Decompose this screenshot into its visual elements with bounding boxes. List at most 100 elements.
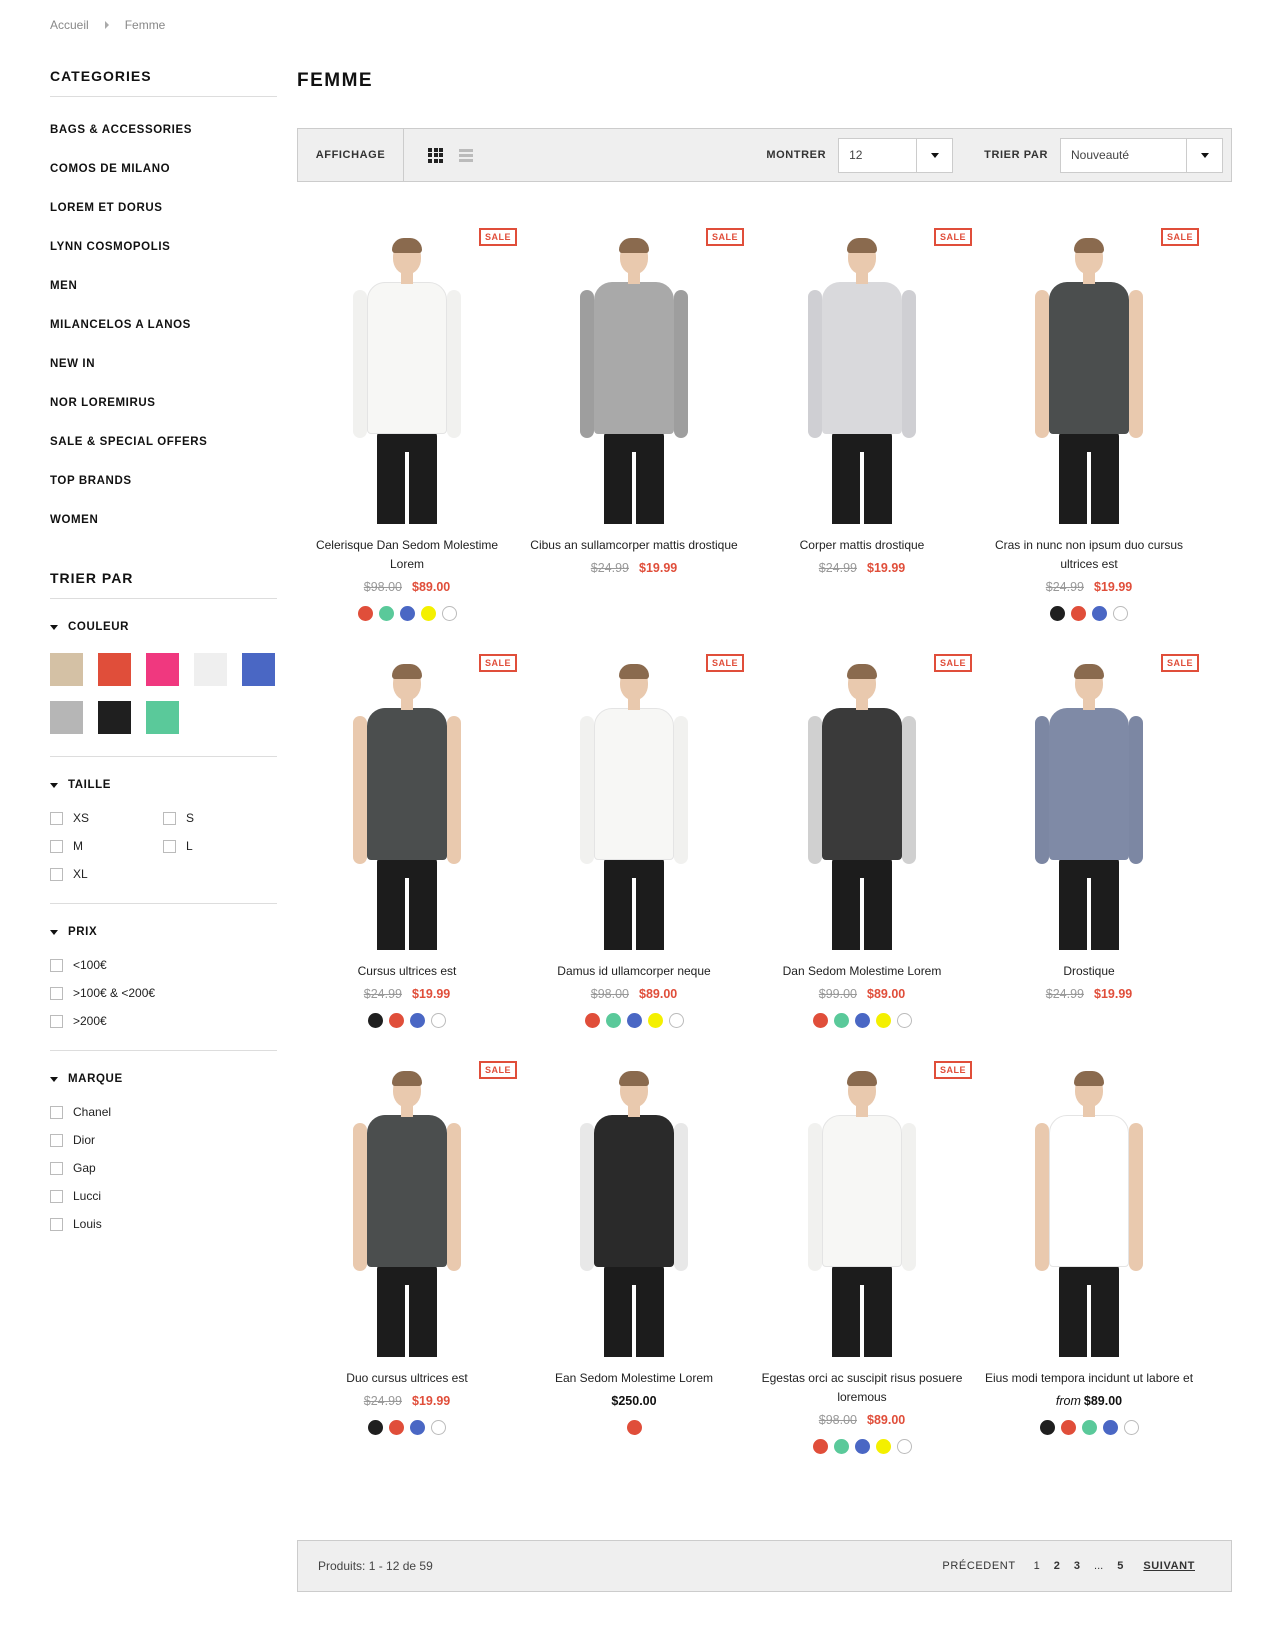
price-option[interactable]: >100€ & <200€ bbox=[50, 986, 277, 1000]
color-dot[interactable] bbox=[1102, 1420, 1118, 1435]
color-dot[interactable] bbox=[431, 1420, 446, 1435]
checkbox[interactable] bbox=[50, 1133, 63, 1147]
category-link[interactable]: MILANCELOS A LANOS bbox=[50, 306, 277, 345]
checkbox[interactable] bbox=[50, 1217, 63, 1231]
category-link[interactable]: LOREM ET DORUS bbox=[50, 189, 277, 228]
color-dot[interactable] bbox=[854, 1439, 870, 1454]
color-dot[interactable] bbox=[357, 606, 373, 621]
product-name[interactable]: Cursus ultrices est bbox=[297, 962, 517, 981]
product-image[interactable]: SALE bbox=[297, 1061, 517, 1357]
page-link[interactable]: 3 bbox=[1074, 1560, 1080, 1572]
category-link[interactable]: BAGS & ACCESSORIES bbox=[50, 111, 277, 150]
checkbox[interactable] bbox=[163, 839, 176, 853]
price-option[interactable]: >200€ bbox=[50, 1014, 277, 1028]
product-image[interactable]: SALE bbox=[297, 654, 517, 950]
checkbox[interactable] bbox=[163, 811, 176, 825]
color-swatch[interactable] bbox=[146, 653, 179, 686]
color-dot[interactable] bbox=[896, 1013, 912, 1028]
color-dot[interactable] bbox=[1092, 606, 1107, 621]
product-card[interactable]: SALE Cursus ultrices est $24.99 $19.99 bbox=[297, 654, 517, 1028]
page-link[interactable]: 5 bbox=[1117, 1560, 1123, 1572]
product-name[interactable]: Duo cursus ultrices est bbox=[297, 1369, 517, 1388]
checkbox[interactable] bbox=[50, 986, 63, 1000]
page-link[interactable]: 1 bbox=[1034, 1560, 1040, 1572]
grid-view-icon[interactable] bbox=[428, 147, 443, 163]
color-dot[interactable] bbox=[668, 1013, 684, 1028]
color-dot[interactable] bbox=[896, 1439, 912, 1454]
category-link[interactable]: NEW IN bbox=[50, 345, 277, 384]
page-link[interactable]: 2 bbox=[1054, 1560, 1060, 1572]
color-swatch[interactable] bbox=[50, 701, 83, 734]
product-image[interactable] bbox=[524, 1061, 744, 1357]
product-card[interactable]: Ean Sedom Molestime Lorem $250.00 bbox=[524, 1061, 744, 1435]
color-dot[interactable] bbox=[378, 606, 394, 621]
color-dot[interactable] bbox=[389, 1420, 404, 1435]
size-option[interactable]: M bbox=[50, 839, 163, 853]
product-name[interactable]: Egestas orci ac suscipit risus posuere l… bbox=[752, 1369, 972, 1407]
color-swatch[interactable] bbox=[146, 701, 179, 734]
product-image[interactable] bbox=[979, 1061, 1199, 1357]
color-dot[interactable] bbox=[1060, 1420, 1076, 1435]
size-facet-toggle[interactable]: TAILLE bbox=[50, 779, 277, 791]
category-link[interactable]: COMOS DE MILANO bbox=[50, 150, 277, 189]
brand-option[interactable]: Lucci bbox=[50, 1189, 277, 1203]
breadcrumb-home[interactable]: Accueil bbox=[50, 18, 89, 32]
color-dot[interactable] bbox=[875, 1013, 891, 1028]
product-image[interactable]: SALE bbox=[979, 228, 1199, 524]
color-dot[interactable] bbox=[626, 1013, 642, 1028]
product-card[interactable]: SALE Cibus an sullamcorper mattis drostiq… bbox=[524, 228, 744, 575]
color-dot[interactable] bbox=[1071, 606, 1086, 621]
checkbox[interactable] bbox=[50, 1014, 63, 1028]
product-name[interactable]: Drostique bbox=[979, 962, 1199, 981]
color-dot[interactable] bbox=[368, 1420, 383, 1435]
next-page-link[interactable]: SUIVANT bbox=[1143, 1560, 1195, 1572]
color-dot[interactable] bbox=[812, 1439, 828, 1454]
color-dot[interactable] bbox=[812, 1013, 828, 1028]
product-name[interactable]: Ean Sedom Molestime Lorem bbox=[524, 1369, 744, 1388]
checkbox[interactable] bbox=[50, 839, 63, 853]
color-dot[interactable] bbox=[410, 1013, 425, 1028]
category-link[interactable]: WOMEN bbox=[50, 501, 277, 540]
product-card[interactable]: SALE Cras in nunc non ipsum duo cursus ul… bbox=[979, 228, 1199, 621]
color-dot[interactable] bbox=[399, 606, 415, 621]
sort-select[interactable]: Nouveauté bbox=[1060, 137, 1223, 173]
category-link[interactable]: NOR LOREMIRUS bbox=[50, 384, 277, 423]
color-swatch[interactable] bbox=[98, 653, 131, 686]
color-swatch[interactable] bbox=[50, 653, 83, 686]
brand-facet-toggle[interactable]: MARQUE bbox=[50, 1073, 277, 1085]
size-option[interactable]: L bbox=[163, 839, 276, 853]
color-dot[interactable] bbox=[605, 1013, 621, 1028]
color-dot[interactable] bbox=[410, 1420, 425, 1435]
product-image[interactable]: SALE bbox=[524, 654, 744, 950]
color-dot[interactable] bbox=[368, 1013, 383, 1028]
category-link[interactable]: TOP BRANDS bbox=[50, 462, 277, 501]
color-dot[interactable] bbox=[1050, 606, 1065, 621]
product-card[interactable]: SALE Dan Sedom Molestime Lorem $99.00 $89.0… bbox=[752, 654, 972, 1028]
color-facet-toggle[interactable]: COULEUR bbox=[50, 621, 277, 633]
size-option[interactable]: XL bbox=[50, 867, 163, 881]
previous-page-link[interactable]: PRÉCEDENT bbox=[942, 1560, 1015, 1572]
product-name[interactable]: Corper mattis drostique bbox=[752, 536, 972, 555]
color-dot[interactable] bbox=[1081, 1420, 1097, 1435]
product-card[interactable]: SALE Drostique $24.99 $19.99 bbox=[979, 654, 1199, 1001]
checkbox[interactable] bbox=[50, 811, 63, 825]
color-dot[interactable] bbox=[389, 1013, 404, 1028]
color-dot[interactable] bbox=[647, 1013, 663, 1028]
category-link[interactable]: SALE & SPECIAL OFFERS bbox=[50, 423, 277, 462]
color-dot[interactable] bbox=[626, 1420, 642, 1435]
checkbox[interactable] bbox=[50, 1189, 63, 1203]
color-dot[interactable] bbox=[431, 1013, 446, 1028]
show-count-select[interactable]: 12 bbox=[838, 137, 954, 173]
color-dot[interactable] bbox=[833, 1439, 849, 1454]
checkbox[interactable] bbox=[50, 1161, 63, 1175]
product-image[interactable]: SALE bbox=[524, 228, 744, 524]
product-name[interactable]: Dan Sedom Molestime Lorem bbox=[752, 962, 972, 981]
color-dot[interactable] bbox=[833, 1013, 849, 1028]
brand-option[interactable]: Louis bbox=[50, 1217, 277, 1231]
product-card[interactable]: SALE Duo cursus ultrices est $24.99 $19.99 bbox=[297, 1061, 517, 1435]
list-view-icon[interactable] bbox=[459, 148, 473, 162]
product-name[interactable]: Eius modi tempora incidunt ut labore et bbox=[979, 1369, 1199, 1388]
category-link[interactable]: MEN bbox=[50, 267, 277, 306]
product-card[interactable]: SALE Corper mattis drostique $24.99 $19.99 bbox=[752, 228, 972, 575]
product-image[interactable]: SALE bbox=[752, 654, 972, 950]
